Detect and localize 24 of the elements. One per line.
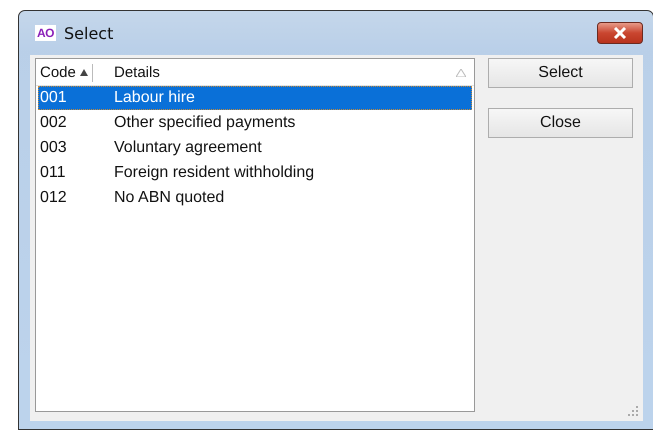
list-row[interactable]: 001 Labour hire <box>38 86 472 110</box>
column-header[interactable]: Code <box>36 60 110 85</box>
list-row[interactable]: 012 No ABN quoted <box>38 186 472 210</box>
app-logo: AO <box>35 25 56 41</box>
code-cell-text: 002 <box>39 114 68 132</box>
details-cell-text: Voluntary agreement <box>113 139 263 157</box>
code-cell-text: 011 <box>39 164 67 182</box>
code-cell-text: 001 <box>39 89 68 107</box>
details-cell-text: Other specified payments <box>113 114 296 132</box>
list-row[interactable]: 011 Foreign resident withholding <box>38 161 472 185</box>
details-cell-text: Labour hire <box>113 89 196 107</box>
code-cell-text: 012 <box>39 189 68 207</box>
close-button[interactable] <box>597 22 643 44</box>
close-icon <box>612 27 628 39</box>
details-cell-text: No ABN quoted <box>113 189 226 207</box>
details-cell-text: Foreign resident withholding <box>113 164 316 182</box>
column-header[interactable]: Details <box>110 60 474 85</box>
list-row[interactable]: 002 Other specified payments <box>38 111 472 135</box>
close-dialog-button[interactable]: Close <box>488 108 633 138</box>
window-title: Select <box>64 24 114 42</box>
list-row[interactable]: 003 Voluntary agreement <box>38 136 472 160</box>
code-cell-text: 003 <box>39 139 68 157</box>
resize-grip-icon[interactable] <box>627 405 639 417</box>
select-button[interactable]: Select <box>488 58 633 88</box>
